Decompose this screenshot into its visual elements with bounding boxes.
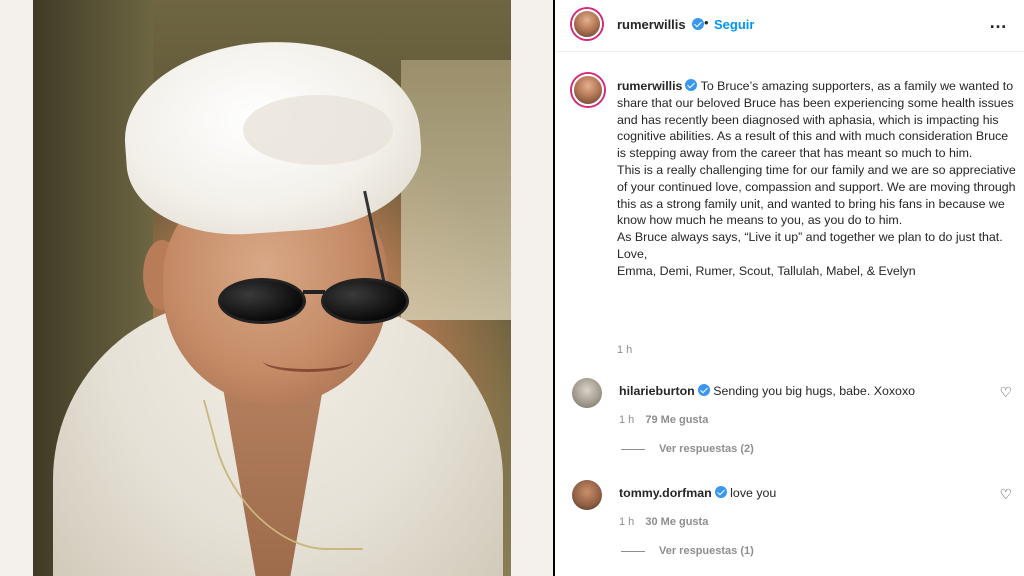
view-replies-button[interactable]: Ver respuestas (1)	[621, 545, 754, 557]
author-username[interactable]: rumerwillis	[617, 17, 686, 32]
comment-meta: 1 h 79 Me gusta	[619, 414, 708, 426]
like-heart-icon[interactable]: ♡	[999, 486, 1012, 503]
photo-towel-fold	[243, 95, 393, 165]
commenter-username[interactable]: tommy.dorfman	[619, 486, 712, 500]
verified-badge-icon	[697, 384, 710, 396]
caption-paragraph-4: Love,	[617, 246, 648, 261]
photo-sunglasses-right-lens	[321, 278, 409, 324]
view-replies-button[interactable]: Ver respuestas (2)	[621, 443, 754, 455]
commenter-avatar[interactable]	[572, 480, 602, 510]
commenter-username[interactable]: hilarieburton	[619, 384, 695, 398]
photo-sunglasses-bridge	[303, 290, 325, 294]
verified-badge-icon	[714, 486, 727, 498]
photo-sunglasses-left-lens	[218, 278, 306, 324]
comment-like-count[interactable]: 79 Me gusta	[645, 414, 708, 426]
verified-badge-icon	[685, 79, 698, 91]
caption-text: rumerwillis To Bruce’s amazing supporter…	[617, 78, 1017, 280]
caption-author-avatar[interactable]	[572, 74, 604, 106]
view-replies-label: Ver respuestas (2)	[659, 443, 754, 455]
verified-badge-icon	[692, 18, 704, 30]
comment-text: hilarieburton Sending you big hugs, babe…	[619, 384, 915, 398]
caption-paragraph-2: This is a really challenging time for ou…	[617, 162, 1016, 228]
separator-dot: •	[704, 15, 709, 30]
photo-background-light	[401, 60, 511, 320]
caption-username[interactable]: rumerwillis	[617, 79, 682, 93]
comment-body: Sending you big hugs, babe. Xoxoxo	[713, 384, 916, 398]
like-heart-icon[interactable]: ♡	[999, 384, 1012, 401]
comment-item: hilarieburton Sending you big hugs, babe…	[572, 378, 1012, 458]
view-replies-label: Ver respuestas (1)	[659, 545, 754, 557]
caption-paragraph-5: Emma, Demi, Rumer, Scout, Tallulah, Mabe…	[617, 263, 916, 278]
comment-item: tommy.dorfman love you ♡ 1 h 30 Me gusta…	[572, 480, 1012, 560]
comment-timestamp[interactable]: 1 h	[619, 516, 634, 528]
post-side-panel: rumerwillis • Seguir … rumerwillis To Br…	[555, 0, 1024, 576]
more-options-icon[interactable]: …	[989, 12, 1008, 33]
comment-like-count[interactable]: 30 Me gusta	[645, 516, 708, 528]
replies-divider-line	[621, 550, 645, 552]
comment-timestamp[interactable]: 1 h	[619, 414, 634, 426]
replies-divider-line	[621, 448, 645, 450]
post-photo-pane	[0, 0, 553, 576]
comment-meta: 1 h 30 Me gusta	[619, 516, 708, 528]
comment-text: tommy.dorfman love you	[619, 486, 776, 500]
caption-paragraph-3: As Bruce always says, “Live it up” and t…	[617, 230, 1003, 245]
follow-button[interactable]: Seguir	[714, 17, 754, 32]
comment-body: love you	[730, 486, 777, 500]
post-header: rumerwillis • Seguir …	[555, 0, 1024, 52]
post-photo[interactable]	[33, 0, 511, 576]
author-avatar[interactable]	[572, 9, 602, 39]
commenter-avatar[interactable]	[572, 378, 602, 408]
photo-smile	[263, 350, 353, 372]
caption-timestamp[interactable]: 1 h	[617, 344, 632, 356]
